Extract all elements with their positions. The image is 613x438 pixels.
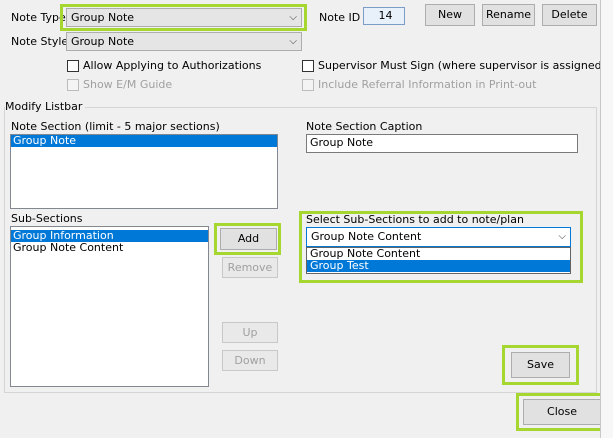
note-type-label: Note Type [11, 11, 66, 24]
show-em-checkbox[interactable] [67, 79, 79, 91]
list-item[interactable]: Group Note [11, 135, 277, 147]
dropdown-option[interactable]: Group Test [307, 260, 570, 272]
rename-button[interactable]: Rename [482, 4, 535, 26]
chevron-down-icon: ⌵ [558, 231, 566, 242]
show-em-label: Show E/M Guide [83, 78, 173, 91]
select-sub-options: Group Note Content Group Test [306, 247, 571, 274]
include-referral-checkbox[interactable] [302, 79, 314, 91]
note-section-list[interactable]: Group Note [10, 134, 278, 209]
remove-button[interactable]: Remove [222, 257, 278, 278]
supervisor-sign-checkbox[interactable] [302, 60, 314, 72]
note-id-field: 14 [363, 7, 405, 25]
supervisor-sign-label: Supervisor Must Sign (where supervisor i… [318, 59, 606, 72]
background-window-edge [600, 0, 613, 438]
note-style-select[interactable]: Group Note ⌵ [66, 32, 302, 51]
delete-button[interactable]: Delete [542, 4, 597, 26]
note-style-value: Group Note [71, 35, 135, 48]
note-type-value: Group Note [71, 11, 135, 24]
allow-auth-label: Allow Applying to Authorizations [83, 59, 262, 72]
sub-sections-label: Sub-Sections [11, 212, 83, 225]
save-button[interactable]: Save [511, 352, 570, 378]
select-sub-dropdown[interactable]: Group Note Content ⌵ [306, 227, 571, 247]
group-title: Modify Listbar [5, 100, 86, 114]
list-item[interactable]: Group Note Content [11, 242, 208, 254]
add-button[interactable]: Add [220, 228, 277, 250]
caption-input[interactable]: Group Note [306, 134, 578, 153]
note-type-select[interactable]: Group Note ⌵ [66, 8, 302, 27]
caption-label: Note Section Caption [306, 120, 423, 133]
chevron-down-icon: ⌵ [289, 12, 297, 23]
select-sub-value: Group Note Content [311, 230, 422, 243]
allow-auth-checkbox[interactable] [67, 60, 79, 72]
select-sub-label: Select Sub-Sections to add to note/plan [306, 213, 524, 226]
up-button[interactable]: Up [222, 322, 278, 343]
note-id-label: Note ID [319, 11, 361, 24]
sub-sections-list[interactable]: Group Information Group Note Content [10, 226, 209, 387]
note-style-label: Note Style [11, 35, 69, 48]
chevron-down-icon: ⌵ [289, 36, 297, 47]
close-button[interactable]: Close [523, 399, 601, 425]
down-button[interactable]: Down [222, 350, 278, 371]
note-section-label: Note Section (limit - 5 major sections) [11, 120, 220, 133]
new-button[interactable]: New [425, 4, 475, 26]
include-referral-label: Include Referral Information in Print-ou… [318, 78, 537, 91]
